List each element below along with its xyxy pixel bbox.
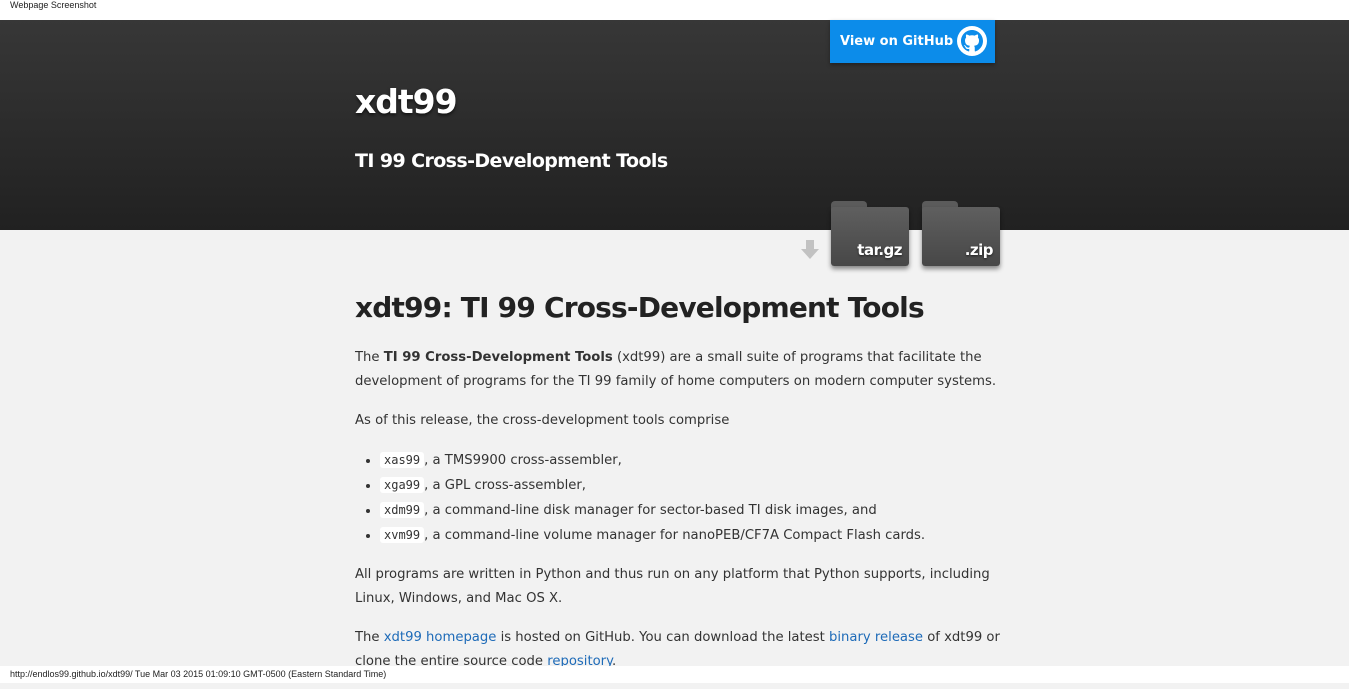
list-item: xga99, a GPL cross-assembler, (380, 473, 1005, 498)
homepage-link[interactable]: xdt99 homepage (384, 630, 497, 645)
page-heading: xdt99: TI 99 Cross-Development Tools (355, 291, 925, 324)
zip-label: .zip (964, 241, 994, 259)
github-icon (957, 26, 987, 56)
tool-code: xas99 (380, 452, 425, 468)
binary-release-link[interactable]: binary release (829, 630, 923, 645)
github-button-label: View on GitHub (840, 34, 954, 49)
list-item: xdm99, a command-line disk manager for s… (380, 498, 1005, 523)
status-bar: http://endlos99.github.io/xdt99/ Tue Mar… (0, 666, 1349, 683)
main-content: xdt99: TI 99 Cross-Development Tools The… (355, 288, 1005, 689)
tool-code: xga99 (380, 477, 425, 493)
site-tagline: TI 99 Cross-Development Tools (355, 150, 668, 172)
site-header (0, 20, 1349, 230)
tool-code: xvm99 (380, 527, 425, 543)
site-title: xdt99 (355, 82, 458, 121)
tool-code: xdm99 (380, 502, 425, 518)
download-tar-gz-button[interactable]: tar.gz (831, 201, 909, 266)
intro-bold: TI 99 Cross-Development Tools (383, 350, 613, 365)
python-paragraph: All programs are written in Python and t… (355, 567, 990, 606)
screenshot-caption: Webpage Screenshot (0, 0, 1349, 20)
list-item: xvm99, a command-line volume manager for… (380, 523, 1005, 548)
download-arrow-icon (801, 240, 819, 259)
view-on-github-button[interactable]: View on GitHub (830, 20, 995, 63)
tools-list: xas99, a TMS9900 cross-assembler, xga99,… (355, 448, 1005, 548)
intro-paragraph: The TI 99 Cross-Development Tools (xdt99… (355, 350, 997, 389)
tar-gz-label: tar.gz (857, 241, 902, 259)
download-zip-button[interactable]: .zip (922, 201, 1000, 266)
release-paragraph: As of this release, the cross-developmen… (355, 413, 730, 428)
list-item: xas99, a TMS9900 cross-assembler, (380, 448, 1005, 473)
